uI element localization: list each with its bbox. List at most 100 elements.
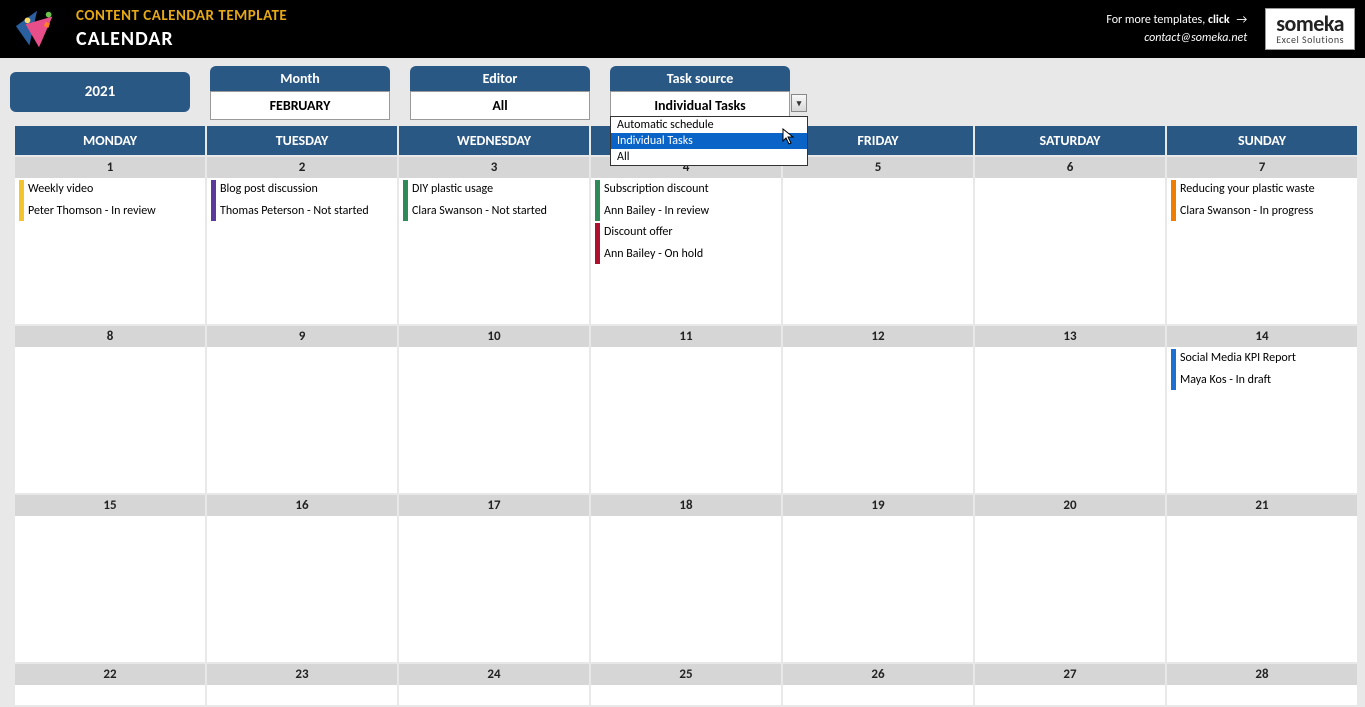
calendar-day-cell[interactable]: 11 (590, 325, 782, 494)
calendar-day-cell[interactable]: 16 (206, 494, 398, 663)
day-body: Social Media KPI ReportMaya Kos - In dra… (1167, 347, 1357, 493)
day-body (975, 178, 1165, 324)
calendar-task[interactable]: Discount offer Ann Bailey - On hold (595, 223, 777, 264)
topbar-right: For more templates, click → contact@some… (1106, 13, 1247, 45)
calendar-task[interactable]: Subscription discountAnn Bailey - In rev… (595, 180, 777, 221)
calendar-day-cell[interactable]: 15 (14, 494, 206, 663)
editor-filter: Editor All (410, 66, 590, 120)
calendar-day-cell[interactable]: 9 (206, 325, 398, 494)
day-body: Blog post discussionThomas Peterson - No… (207, 178, 397, 324)
day-body (783, 685, 973, 705)
dropdown-toggle-icon[interactable] (791, 94, 807, 112)
calendar-week-row: 891011121314Social Media KPI ReportMaya … (6, 325, 1358, 494)
task-assignee-status: Maya Kos - In draft (1180, 373, 1349, 389)
calendar-task[interactable]: Blog post discussionThomas Peterson - No… (211, 180, 393, 221)
contact-email[interactable]: contact@someka.net (1106, 31, 1247, 45)
editor-value[interactable]: All (410, 91, 590, 120)
task-assignee-status: Clara Swanson - In progress (1180, 204, 1349, 220)
day-number: 24 (399, 664, 589, 685)
day-body (783, 347, 973, 493)
day-number: 15 (15, 495, 205, 516)
day-body (591, 516, 781, 662)
task-title: Blog post discussion (220, 182, 318, 196)
calendar-day-cell[interactable]: 6 (974, 156, 1166, 325)
month-value[interactable]: FEBRUARY (210, 91, 390, 120)
day-header: TUESDAY (206, 125, 398, 156)
task-source-dropdown[interactable]: Automatic schedule Individual Tasks All (610, 116, 808, 166)
dropdown-option[interactable]: Automatic schedule (611, 117, 807, 133)
day-body (207, 685, 397, 705)
calendar-day-cell[interactable]: 4Subscription discountAnn Bailey - In re… (590, 156, 782, 325)
day-body (15, 347, 205, 493)
task-title: DIY plastic usage (412, 182, 493, 196)
calendar-day-cell[interactable]: 8 (14, 325, 206, 494)
calendar-day-cell[interactable]: 3 DIY plastic usage Clara Swanson - Not st… (398, 156, 590, 325)
calendar-day-cell[interactable]: 2Blog post discussionThomas Peterson - N… (206, 156, 398, 325)
day-body: DIY plastic usage Clara Swanson - Not sta… (399, 178, 589, 324)
task-assignee-status: Ann Bailey - On hold (604, 247, 773, 263)
calendar-day-cell[interactable]: 18 (590, 494, 782, 663)
dropdown-option[interactable]: All (611, 149, 807, 165)
arrow-right-icon: → (1236, 13, 1247, 27)
day-number: 16 (207, 495, 397, 516)
day-body (15, 685, 205, 705)
page-title: CALENDAR (76, 27, 287, 51)
day-body (975, 685, 1165, 705)
task-title: Weekly video (28, 182, 93, 196)
day-body: Reducing your plastic waste Clara Swanson… (1167, 178, 1357, 324)
day-number: 9 (207, 326, 397, 347)
day-body (975, 347, 1165, 493)
editor-label: Editor (410, 66, 590, 91)
calendar-day-cell[interactable]: 14Social Media KPI ReportMaya Kos - In d… (1166, 325, 1358, 494)
day-header: SATURDAY (974, 125, 1166, 156)
day-number: 5 (783, 157, 973, 178)
task-title: Subscription discount (604, 182, 709, 196)
day-number: 12 (783, 326, 973, 347)
day-body (1167, 516, 1357, 662)
task-source-filter: Task source Individual Tasks Automatic s… (610, 66, 790, 120)
task-source-label: Task source (610, 66, 790, 91)
day-header: WEDNESDAY (398, 125, 590, 156)
day-number: 21 (1167, 495, 1357, 516)
calendar-task[interactable]: Social Media KPI ReportMaya Kos - In dra… (1171, 349, 1353, 390)
day-number: 3 (399, 157, 589, 178)
task-title: Reducing your plastic waste (1180, 182, 1315, 196)
more-templates-link[interactable]: For more templates, click → (1106, 13, 1247, 27)
calendar-day-cell[interactable]: 7Reducing your plastic wasteClara Swanso… (1166, 156, 1358, 325)
day-body (399, 516, 589, 662)
day-number: 13 (975, 326, 1165, 347)
day-number: 28 (1167, 664, 1357, 685)
calendar-task[interactable]: Weekly video Peter Thomson - In review (19, 180, 201, 221)
day-body: Weekly video Peter Thomson - In review (15, 178, 205, 324)
day-body (207, 347, 397, 493)
day-number: 25 (591, 664, 781, 685)
day-header: MONDAY (14, 125, 206, 156)
calendar-day-cell[interactable]: 5 (782, 156, 974, 325)
day-number: 17 (399, 495, 589, 516)
calendar-day-cell[interactable]: 17 (398, 494, 590, 663)
day-body (783, 516, 973, 662)
calendar-week-row: 1Weekly videoPeter Thomson - In review2B… (6, 156, 1358, 325)
task-title: Discount offer (604, 225, 673, 239)
task-assignee-status: Peter Thomson - In review (28, 204, 197, 220)
day-body (1167, 685, 1357, 705)
calendar-task[interactable]: DIY plastic usage Clara Swanson - Not sta… (403, 180, 585, 221)
calendar-day-cell[interactable]: 13 (974, 325, 1166, 494)
day-number: 22 (15, 664, 205, 685)
calendar-table: MONDAY TUESDAY WEDNESDAY THURSDAY FRIDAY… (6, 124, 1359, 707)
year-selector[interactable]: 2021 (10, 72, 190, 112)
calendar-day-cell[interactable]: 21 (1166, 494, 1358, 663)
day-body (783, 178, 973, 324)
day-body (975, 516, 1165, 662)
day-number: 23 (207, 664, 397, 685)
dropdown-option-selected[interactable]: Individual Tasks (611, 133, 807, 149)
brand-box[interactable]: someka Excel Solutions (1265, 8, 1355, 50)
calendar-day-cell[interactable]: 12 (782, 325, 974, 494)
calendar-day-cell[interactable]: 19 (782, 494, 974, 663)
calendar-day-cell[interactable]: 20 (974, 494, 1166, 663)
calendar: MONDAY TUESDAY WEDNESDAY THURSDAY FRIDAY… (0, 124, 1365, 707)
calendar-task[interactable]: Reducing your plastic waste Clara Swanson… (1171, 180, 1353, 221)
calendar-day-cell[interactable]: 10 (398, 325, 590, 494)
task-assignee-status: Clara Swanson - Not started (412, 204, 581, 220)
calendar-day-cell[interactable]: 1Weekly videoPeter Thomson - In review (14, 156, 206, 325)
